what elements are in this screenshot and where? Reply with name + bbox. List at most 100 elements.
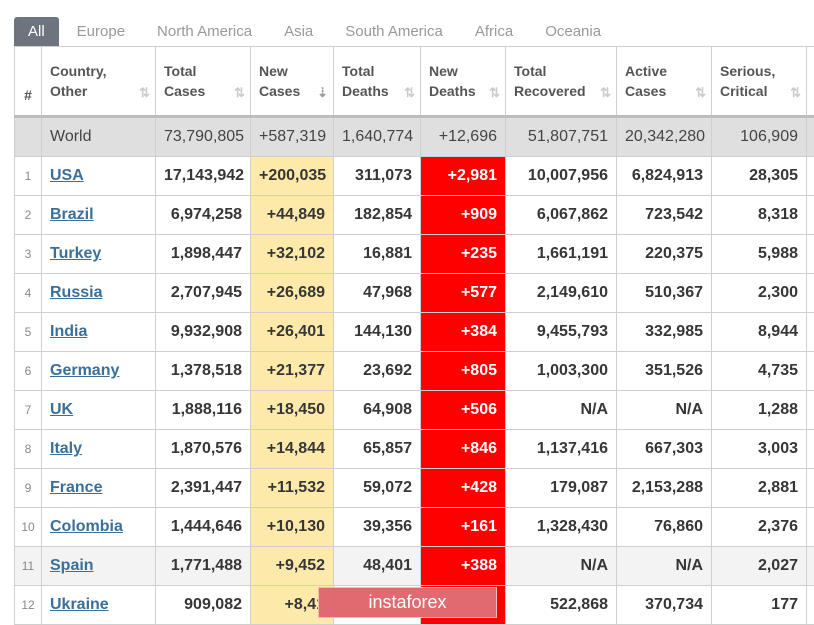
header-active-cases[interactable]: Active Cases ⇅ <box>617 47 712 117</box>
header-total-cases[interactable]: TotalCases ⇅ <box>156 47 251 117</box>
header-total-deaths[interactable]: Total Deaths ⇅ <box>334 47 421 117</box>
tab-asia[interactable]: Asia <box>268 17 329 46</box>
header-label-line1: Active <box>625 63 667 79</box>
total-deaths-cell: 182,854 <box>334 196 421 235</box>
header-country[interactable]: Country,Other ⇅ <box>42 47 156 117</box>
country-link[interactable]: UK <box>50 401 73 418</box>
tab-oceania[interactable]: Oceania <box>529 17 617 46</box>
sort-icon[interactable]: ⇅ <box>139 83 148 103</box>
rank-cell: 10 <box>15 508 42 547</box>
rank-cell: 5 <box>15 313 42 352</box>
total-cases-cell: 1,870,576 <box>156 430 251 469</box>
header-label-line1: Total <box>164 63 196 79</box>
header-label-line1: New <box>429 63 458 79</box>
new-deaths-cell: +12,696 <box>421 117 506 157</box>
new-cases-cell: +14,844 <box>251 430 334 469</box>
serious-critical-cell: 2,881 <box>712 469 807 508</box>
header-label-line2: Cases <box>625 83 666 99</box>
serious-critical-cell: 2,027 <box>712 547 807 586</box>
total-cases-cell: 1,771,488 <box>156 547 251 586</box>
active-cases-cell: 76,860 <box>617 508 712 547</box>
total-cases-cell: 909,082 <box>156 586 251 625</box>
country-link[interactable]: Germany <box>50 362 119 379</box>
new-deaths-cell: +506 <box>421 391 506 430</box>
total-deaths-cell: 64,908 <box>334 391 421 430</box>
rank-cell: 4 <box>15 274 42 313</box>
sort-icon[interactable]: ⇅ <box>695 83 704 103</box>
new-deaths-cell: +161 <box>421 508 506 547</box>
new-cases-cell: +26,401 <box>251 313 334 352</box>
tab-europe[interactable]: Europe <box>59 17 141 46</box>
partial-cell <box>807 352 814 391</box>
serious-critical-cell: 3,003 <box>712 430 807 469</box>
header-label-line1: Total <box>342 63 374 79</box>
total-recovered-cell: 6,067,862 <box>506 196 617 235</box>
country-cell: Germany <box>42 352 156 391</box>
total-recovered-cell: N/A <box>506 547 617 586</box>
new-cases-cell: +10,130 <box>251 508 334 547</box>
header-serious-critical[interactable]: Serious,Critical ⇅ <box>712 47 807 117</box>
sort-icon[interactable]: ⇅ <box>234 83 243 103</box>
sort-icon[interactable]: ⇅ <box>790 83 799 103</box>
country-link[interactable]: Spain <box>50 557 94 574</box>
tab-africa[interactable]: Africa <box>459 17 529 46</box>
new-deaths-cell: +428 <box>421 469 506 508</box>
country-cell: Colombia <box>42 508 156 547</box>
new-cases-cell: +26,689 <box>251 274 334 313</box>
country-link[interactable]: USA <box>50 167 84 184</box>
header-total-recovered[interactable]: TotalRecovered ⇅ <box>506 47 617 117</box>
total-deaths-cell: 1,640,774 <box>334 117 421 157</box>
total-recovered-cell: 10,007,956 <box>506 157 617 196</box>
new-cases-cell: +9,452 <box>251 547 334 586</box>
country-cell: Russia <box>42 274 156 313</box>
header-new-cases[interactable]: NewCases ⇣ <box>251 47 334 117</box>
sort-icon[interactable]: ⇅ <box>489 83 498 103</box>
rank-cell: 1 <box>15 157 42 196</box>
country-link[interactable]: Brazil <box>50 206 94 223</box>
total-recovered-cell: 2,149,610 <box>506 274 617 313</box>
header-label-line2: Other <box>50 83 87 99</box>
country-row: 3Turkey1,898,447+32,10216,881+2351,661,1… <box>15 235 814 274</box>
tab-north-america[interactable]: North America <box>141 17 268 46</box>
country-link[interactable]: Italy <box>50 440 82 457</box>
new-cases-cell: +21,377 <box>251 352 334 391</box>
new-cases-cell: +587,319 <box>251 117 334 157</box>
country-cell: Spain <box>42 547 156 586</box>
partial-cell <box>807 430 814 469</box>
total-cases-cell: 9,932,908 <box>156 313 251 352</box>
total-cases-cell: 73,790,805 <box>156 117 251 157</box>
partial-cell <box>807 391 814 430</box>
country-link[interactable]: Turkey <box>50 245 101 262</box>
total-deaths-cell: 65,857 <box>334 430 421 469</box>
country-link[interactable]: India <box>50 323 87 340</box>
new-cases-cell: +44,849 <box>251 196 334 235</box>
total-deaths-cell: 47,968 <box>334 274 421 313</box>
country-link[interactable]: Colombia <box>50 518 123 535</box>
new-deaths-cell: +846 <box>421 430 506 469</box>
world-total-row: World 73,790,805 +587,319 1,640,774 +12,… <box>15 117 814 157</box>
sort-icon[interactable]: ⇅ <box>404 83 413 103</box>
serious-critical-cell: 2,376 <box>712 508 807 547</box>
country-link[interactable]: Ukraine <box>50 596 109 613</box>
country-link[interactable]: Russia <box>50 284 102 301</box>
serious-critical-cell: 8,944 <box>712 313 807 352</box>
serious-critical-cell: 106,909 <box>712 117 807 157</box>
sort-icon[interactable]: ⇅ <box>600 83 609 103</box>
active-cases-cell: 220,375 <box>617 235 712 274</box>
tab-all[interactable]: All <box>14 17 59 46</box>
total-recovered-cell: 1,137,416 <box>506 430 617 469</box>
total-recovered-cell: N/A <box>506 391 617 430</box>
country-link[interactable]: France <box>50 479 102 496</box>
partial-cell <box>807 313 814 352</box>
header-label-line2: Deaths <box>429 83 476 99</box>
total-cases-cell: 2,391,447 <box>156 469 251 508</box>
active-cases-cell: 667,303 <box>617 430 712 469</box>
country-row: 9France2,391,447+11,53259,072+428179,087… <box>15 469 814 508</box>
header-new-deaths[interactable]: New Deaths ⇅ <box>421 47 506 117</box>
new-deaths-cell: +909 <box>421 196 506 235</box>
sort-descending-icon[interactable]: ⇣ <box>317 83 326 103</box>
tab-south-america[interactable]: South America <box>329 17 459 46</box>
header-label-line2: Recovered <box>514 83 586 99</box>
header-label-line2: Deaths <box>342 83 389 99</box>
header-label-line2: Critical <box>720 83 767 99</box>
